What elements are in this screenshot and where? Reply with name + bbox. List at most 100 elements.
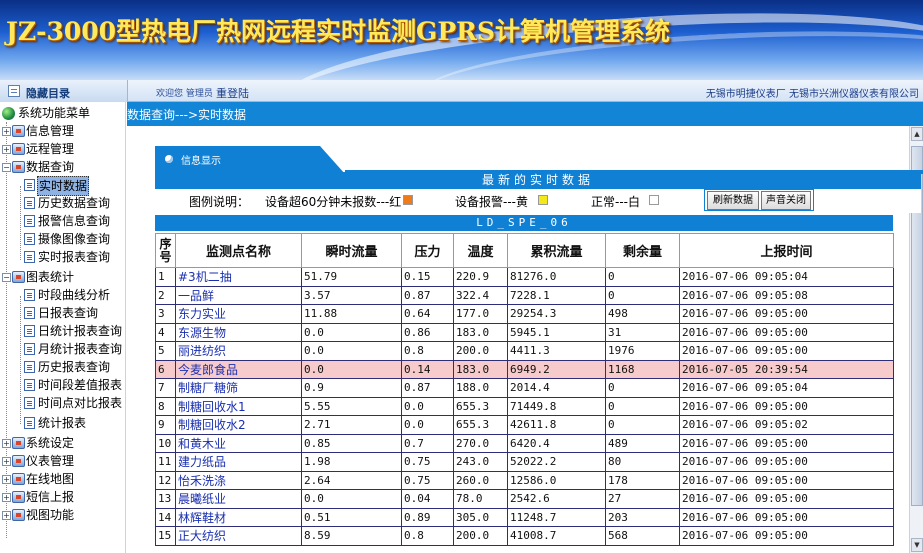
cell-station-name[interactable]: 正大纺织 xyxy=(175,526,302,546)
cell-station-name[interactable]: 建力纸品 xyxy=(175,452,302,472)
cell-remaining: 80 xyxy=(605,452,680,472)
table-row[interactable]: 14 林辉鞋材 0.51 0.89 305.0 11248.7 203 2016-07-06 … xyxy=(155,507,894,527)
cell-flow: 11.88 xyxy=(301,304,402,324)
cell-station-name[interactable]: #3机二抽 xyxy=(175,267,302,287)
company-name: 无锡市明捷仪表厂 无锡市兴洲仪器仪表有限公司 xyxy=(705,89,919,100)
cell-temperature: 188.0 xyxy=(453,378,508,398)
table-row[interactable]: 2 一品鲜 3.57 0.87 322.4 7228.1 0 2016-07-06 09:05… xyxy=(155,285,894,305)
cell-report-time: 2016-07-06 09:05:00 xyxy=(679,433,894,453)
table-row[interactable]: 13 晨曦纸业 0.0 0.04 78.0 2542.6 27 2016-07-06 09:0… xyxy=(155,489,894,509)
cell-flow: 0.0 xyxy=(301,359,402,379)
table-row[interactable]: 1 #3机二抽 51.79 0.15 220.9 81276.0 0 2016-07-06 0… xyxy=(155,267,894,287)
table-row[interactable]: 6 今麦郎食品 0.0 0.14 183.0 6949.2 1168 2016-07-05 2… xyxy=(155,359,894,379)
cell-report-time: 2016-07-06 09:05:02 xyxy=(679,415,894,435)
table-row[interactable]: 3 东力实业 11.88 0.64 177.0 29254.3 498 2016-07-06 … xyxy=(155,304,894,324)
expand-icon[interactable]: + xyxy=(2,457,11,466)
cell-total-flow: 52022.2 xyxy=(507,452,606,472)
cell-pressure: 0.87 xyxy=(401,285,454,305)
cell-temperature: 655.3 xyxy=(453,415,508,435)
cell-station-name[interactable]: 东源生物 xyxy=(175,322,302,342)
cell-flow: 0.51 xyxy=(301,507,402,527)
cell-index: 14 xyxy=(155,507,176,527)
cell-flow: 1.98 xyxy=(301,452,402,472)
collapse-icon[interactable]: − xyxy=(2,163,11,172)
info-tab-bar: 信息显示 xyxy=(155,146,923,174)
expand-icon[interactable]: + xyxy=(2,439,11,448)
cell-report-time: 2016-07-06 09:05:04 xyxy=(679,378,894,398)
folder-icon xyxy=(12,271,25,283)
table-row[interactable]: 11 建力纸品 1.98 0.75 243.0 52022.2 80 2016-07-06 0… xyxy=(155,452,894,472)
table-row[interactable]: 4 东源生物 0.0 0.86 183.0 5945.1 31 2016-07-06 09:0… xyxy=(155,322,894,342)
expand-icon[interactable]: + xyxy=(2,145,11,154)
cell-pressure: 0.8 xyxy=(401,341,454,361)
col-header-report-time: 上报时间 xyxy=(679,233,894,268)
relogin-link[interactable]: 重登陆 xyxy=(216,85,249,101)
cell-station-name[interactable]: 制糖回收水1 xyxy=(175,396,302,416)
cell-total-flow: 5945.1 xyxy=(507,322,606,342)
realtime-data-table: 序号 监测点名称 瞬时流量 压力 温度 累积流量 剩余量 上报时间 1 #3机二抽… xyxy=(155,233,894,546)
cell-temperature: 78.0 xyxy=(453,489,508,509)
scroll-up-icon[interactable]: ▲ xyxy=(911,127,923,141)
expand-icon[interactable]: + xyxy=(2,493,11,502)
folder-icon xyxy=(12,125,25,137)
cell-station-name[interactable]: 东力实业 xyxy=(175,304,302,324)
top-bar: 隐藏目录 欢迎您 管理员 重登陆 无锡市明捷仪表厂 无锡市兴洲仪器仪表有限公司 xyxy=(0,80,923,102)
collapse-icon[interactable]: − xyxy=(2,273,11,282)
scroll-down-icon[interactable]: ▼ xyxy=(911,538,923,552)
cell-remaining: 27 xyxy=(605,489,680,509)
expand-icon[interactable]: + xyxy=(2,127,11,136)
table-row[interactable]: 12 怡禾洗涤 2.64 0.75 260.0 12586.0 178 2016-07-06 … xyxy=(155,470,894,490)
header-banner: JZ-3000型热电厂热网远程实时监测GPRS计算机管理系统 xyxy=(0,0,923,80)
table-row[interactable]: 10 和黄木业 0.85 0.7 270.0 6420.4 489 2016-07-06 09… xyxy=(155,433,894,453)
cell-station-name[interactable]: 和黄木业 xyxy=(175,433,302,453)
sound-off-button[interactable]: 声音关闭 xyxy=(761,191,811,210)
expand-icon[interactable]: + xyxy=(2,511,11,520)
document-icon xyxy=(24,179,35,191)
refresh-button[interactable]: 刷新数据 xyxy=(707,191,759,210)
table-row[interactable]: 5 丽进纺织 0.0 0.8 200.0 4411.3 1976 2016-07-06 09:… xyxy=(155,341,894,361)
cell-station-name[interactable]: 晨曦纸业 xyxy=(175,489,302,509)
table-row[interactable]: 15 正大纺织 8.59 0.8 200.0 41008.7 568 2016-07-06 0… xyxy=(155,526,894,546)
document-icon xyxy=(24,361,35,373)
tab-info-display[interactable]: 信息显示 xyxy=(155,146,345,174)
table-row[interactable]: 8 制糖回收水1 5.55 0.0 655.3 71449.8 0 2016-07-06 09… xyxy=(155,396,894,416)
cell-pressure: 0.75 xyxy=(401,452,454,472)
cell-station-name[interactable]: 今麦郎食品 xyxy=(175,359,302,379)
cell-total-flow: 6949.2 xyxy=(507,359,606,379)
cell-index: 6 xyxy=(155,359,176,379)
table-header-row: 序号 监测点名称 瞬时流量 压力 温度 累积流量 剩余量 上报时间 xyxy=(155,233,894,268)
hide-menu-toggle[interactable]: 隐藏目录 xyxy=(0,80,128,102)
table-row[interactable]: 7 制糖厂糖筛 0.9 0.87 188.0 2014.4 0 2016-07-06 09:0… xyxy=(155,378,894,398)
table-row[interactable]: 9 制糖回收水2 2.71 0.0 655.3 42611.8 0 2016-07-06 09… xyxy=(155,415,894,435)
cell-pressure: 0.64 xyxy=(401,304,454,324)
cell-flow: 0.9 xyxy=(301,378,402,398)
cell-index: 15 xyxy=(155,526,176,546)
cell-temperature: 260.0 xyxy=(453,470,508,490)
cell-report-time: 2016-07-06 09:05:04 xyxy=(679,267,894,287)
cell-station-name[interactable]: 林辉鞋材 xyxy=(175,507,302,527)
cell-flow: 0.85 xyxy=(301,433,402,453)
col-header-total-flow: 累积流量 xyxy=(507,233,606,268)
cell-station-name[interactable]: 制糖厂糖筛 xyxy=(175,378,302,398)
col-header-flow: 瞬时流量 xyxy=(301,233,402,268)
cell-station-name[interactable]: 丽进纺织 xyxy=(175,341,302,361)
white-swatch xyxy=(649,195,659,205)
cell-report-time: 2016-07-06 09:05:08 xyxy=(679,285,894,305)
cell-station-name[interactable]: 一品鲜 xyxy=(175,285,302,305)
cell-report-time: 2016-07-06 09:05:00 xyxy=(679,526,894,546)
expand-icon[interactable]: + xyxy=(2,475,11,484)
cell-index: 7 xyxy=(155,378,176,398)
folder-icon xyxy=(12,437,25,449)
cell-station-name[interactable]: 制糖回收水2 xyxy=(175,415,302,435)
document-icon xyxy=(24,197,35,209)
document-icon xyxy=(24,215,35,227)
cell-total-flow: 2014.4 xyxy=(507,378,606,398)
folder-icon xyxy=(12,473,25,485)
cell-pressure: 0.7 xyxy=(401,433,454,453)
document-icon xyxy=(24,379,35,391)
cell-temperature: 655.3 xyxy=(453,396,508,416)
cell-station-name[interactable]: 怡禾洗涤 xyxy=(175,470,302,490)
col-header-remaining: 剩余量 xyxy=(605,233,680,268)
cell-index: 11 xyxy=(155,452,176,472)
cell-report-time: 2016-07-06 09:05:00 xyxy=(679,396,894,416)
